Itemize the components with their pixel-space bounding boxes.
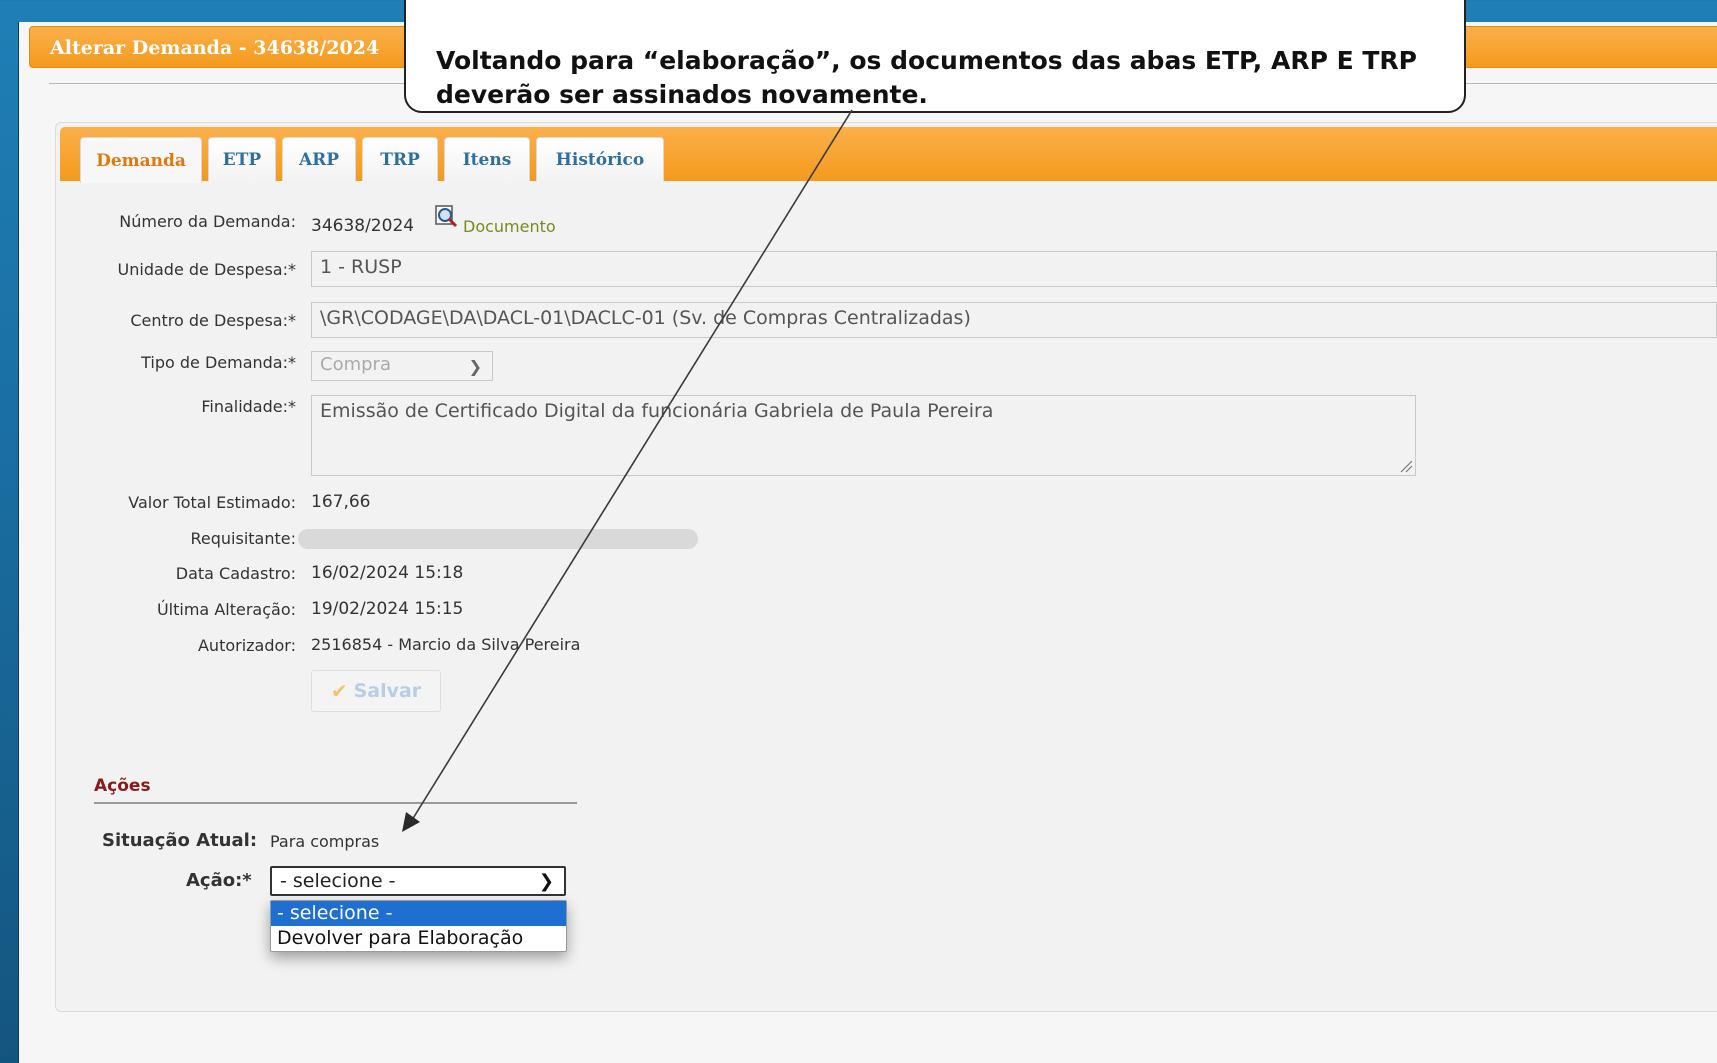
autorizador-value: 2516854 - Marcio da Silva Pereira (311, 635, 581, 654)
finalidade-label: Finalidade:* (201, 397, 296, 416)
tab-arp[interactable]: ARP (282, 137, 356, 181)
requisitante-label: Requisitante: (190, 529, 297, 548)
tab-itens[interactable]: Itens (444, 137, 530, 181)
unidade-label: Unidade de Despesa:* (117, 260, 296, 279)
unidade-select[interactable]: 1 - RUSP (311, 251, 1717, 287)
data-cadastro-label: Data Cadastro: (175, 564, 296, 583)
acao-select[interactable]: - selecione - ❯ (270, 866, 566, 896)
tipo-value: Compra (320, 354, 391, 375)
tab-etp[interactable]: ETP (208, 137, 276, 181)
save-label: Salvar (353, 680, 422, 702)
tab-trp[interactable]: TRP (362, 137, 438, 181)
finalidade-textarea[interactable]: Emissão de Certificado Digital da funcio… (311, 395, 1416, 476)
acao-option-selecione[interactable]: - selecione - (271, 901, 566, 926)
situacao-label: Situação Atual: (102, 830, 258, 851)
numero-label: Número da Demanda: (119, 212, 296, 231)
ultima-alteracao-value: 19/02/2024 15:15 (311, 599, 464, 619)
acao-selected-value: - selecione - (280, 870, 396, 892)
centro-value: \GR\CODAGE\DA\DACL-01\DACLC-01 (Sv. de C… (320, 307, 971, 329)
acoes-divider (94, 802, 577, 804)
valor-label: Valor Total Estimado: (128, 493, 296, 512)
tab-historico[interactable]: Histórico (536, 137, 664, 181)
numero-value: 34638/2024 (311, 216, 415, 236)
chevron-down-icon: ❯ (538, 871, 554, 892)
resize-handle-icon[interactable] (1399, 459, 1413, 473)
chevron-down-icon: ❯ (468, 357, 482, 376)
callout-line-1: Voltando para “elaboração”, os documento… (436, 46, 1418, 75)
valor-value: 167,66 (311, 492, 371, 512)
documento-link[interactable]: Documento (463, 217, 556, 236)
requisitante-redacted (298, 529, 698, 549)
acao-label: Ação:* (186, 870, 252, 891)
magnifier-document-icon[interactable] (434, 204, 460, 230)
centro-select[interactable]: \GR\CODAGE\DA\DACL-01\DACLC-01 (Sv. de C… (311, 302, 1717, 338)
acoes-title: Ações (94, 776, 151, 796)
page-title: Alterar Demanda - 34638/2024 (50, 37, 380, 59)
acao-dropdown-list: - selecione - Devolver para Elaboração (270, 900, 567, 952)
tab-demanda[interactable]: Demanda (80, 137, 202, 183)
data-cadastro-value: 16/02/2024 15:18 (311, 563, 464, 583)
finalidade-value: Emissão de Certificado Digital da funcio… (320, 400, 994, 422)
unidade-value: 1 - RUSP (320, 256, 402, 278)
tipo-label: Tipo de Demanda:* (141, 353, 296, 372)
callout-line-2: deverão ser assinados novamente. (436, 80, 928, 109)
acao-option-devolver[interactable]: Devolver para Elaboração (271, 926, 566, 951)
check-icon: ✔ (330, 679, 348, 703)
ultima-alteracao-label: Última Alteração: (156, 600, 296, 619)
callout-box: Voltando para “elaboração”, os documento… (404, 0, 1466, 113)
tipo-select[interactable]: Compra ❯ (311, 351, 493, 381)
centro-label: Centro de Despesa:* (130, 311, 296, 330)
save-button[interactable]: ✔ Salvar (311, 670, 441, 712)
situacao-value: Para compras (270, 832, 380, 851)
tab-bar: Demanda ETP ARP TRP Itens Histórico (60, 127, 1717, 183)
autorizador-label: Autorizador: (197, 636, 296, 655)
